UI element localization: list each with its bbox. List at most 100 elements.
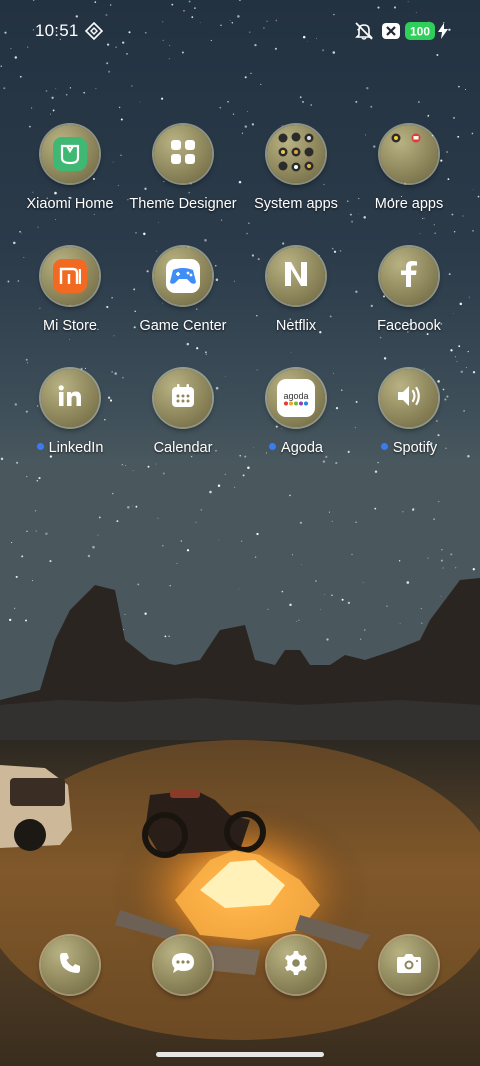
star (190, 455, 193, 458)
star (84, 367, 86, 369)
star (335, 461, 338, 465)
star (257, 258, 260, 261)
app-icon-netflix[interactable] (267, 247, 325, 305)
calendar-icon (170, 383, 196, 414)
star (97, 534, 99, 536)
star (118, 106, 121, 109)
star (299, 96, 302, 99)
star (32, 191, 34, 193)
app-icon-facebook[interactable] (380, 247, 438, 305)
star (472, 568, 475, 571)
star (444, 398, 447, 401)
star (195, 521, 197, 523)
star (124, 614, 126, 616)
dock-messages-button[interactable] (154, 936, 212, 994)
star (323, 183, 325, 185)
app-label-more-apps: More apps (374, 196, 444, 212)
star (65, 93, 68, 96)
app-icon-game-center[interactable] (154, 247, 212, 305)
star (452, 312, 454, 314)
star (383, 357, 387, 360)
star (137, 583, 140, 586)
star (186, 549, 190, 552)
app-icon-theme-designer[interactable] (154, 125, 212, 183)
app-icon-calendar[interactable] (154, 369, 212, 427)
star (69, 338, 71, 340)
star (106, 62, 109, 65)
star (458, 85, 460, 88)
app-label-game-center: Game Center (139, 318, 227, 334)
star (374, 507, 377, 510)
star (322, 460, 326, 463)
star (248, 222, 250, 224)
star (471, 132, 474, 135)
x-box-icon (381, 22, 401, 45)
star (209, 490, 212, 494)
folder-more-apps[interactable] (380, 125, 438, 183)
star (450, 553, 453, 556)
star (289, 494, 291, 497)
agoda-icon: agoda (277, 379, 315, 417)
star (0, 65, 2, 67)
star (98, 516, 101, 519)
dock-camera-button[interactable] (380, 936, 438, 994)
star (221, 219, 223, 221)
star (144, 612, 147, 615)
star (25, 410, 28, 413)
star (204, 351, 207, 354)
star (196, 347, 199, 350)
star (111, 371, 113, 373)
chat-bubble-icon (170, 951, 196, 980)
folder-system-apps[interactable] (267, 125, 325, 183)
star (281, 590, 284, 593)
agoda-logo-text: agoda (283, 390, 309, 401)
star (251, 123, 255, 126)
star (176, 563, 178, 564)
star (107, 396, 111, 399)
star (453, 117, 455, 119)
star (144, 187, 147, 190)
star (121, 463, 124, 466)
star (238, 588, 240, 590)
star (19, 75, 22, 78)
star (362, 582, 364, 583)
star (260, 83, 262, 85)
star (256, 314, 258, 317)
star (14, 403, 18, 406)
star (364, 134, 366, 136)
star (440, 159, 443, 162)
star (333, 250, 337, 253)
star (433, 223, 436, 226)
star (26, 476, 28, 478)
star (113, 335, 115, 337)
star (180, 540, 182, 542)
app-icon-mi-store[interactable] (41, 247, 99, 305)
star (319, 255, 320, 256)
star (298, 619, 300, 621)
app-icon-agoda[interactable]: agoda (267, 369, 325, 427)
star (420, 607, 422, 610)
star (11, 542, 13, 544)
folder-icon (386, 129, 432, 180)
star (427, 114, 430, 117)
app-icon-linkedin[interactable] (41, 369, 99, 427)
star (299, 521, 302, 524)
star (434, 232, 436, 234)
star (122, 376, 124, 379)
star (423, 368, 425, 370)
new-install-dot (380, 442, 388, 450)
home-gesture-bar[interactable] (156, 1052, 324, 1057)
dock-settings-button[interactable] (267, 936, 325, 994)
star (131, 85, 133, 87)
star (319, 609, 321, 610)
star (458, 345, 461, 348)
star (93, 214, 95, 215)
star (39, 307, 41, 309)
star (412, 508, 415, 510)
star (162, 545, 164, 547)
star (349, 213, 352, 216)
star (341, 389, 343, 391)
app-icon-spotify[interactable] (380, 369, 438, 427)
dock-phone-button[interactable] (41, 936, 99, 994)
app-icon-xiaomi-home[interactable] (41, 125, 99, 183)
